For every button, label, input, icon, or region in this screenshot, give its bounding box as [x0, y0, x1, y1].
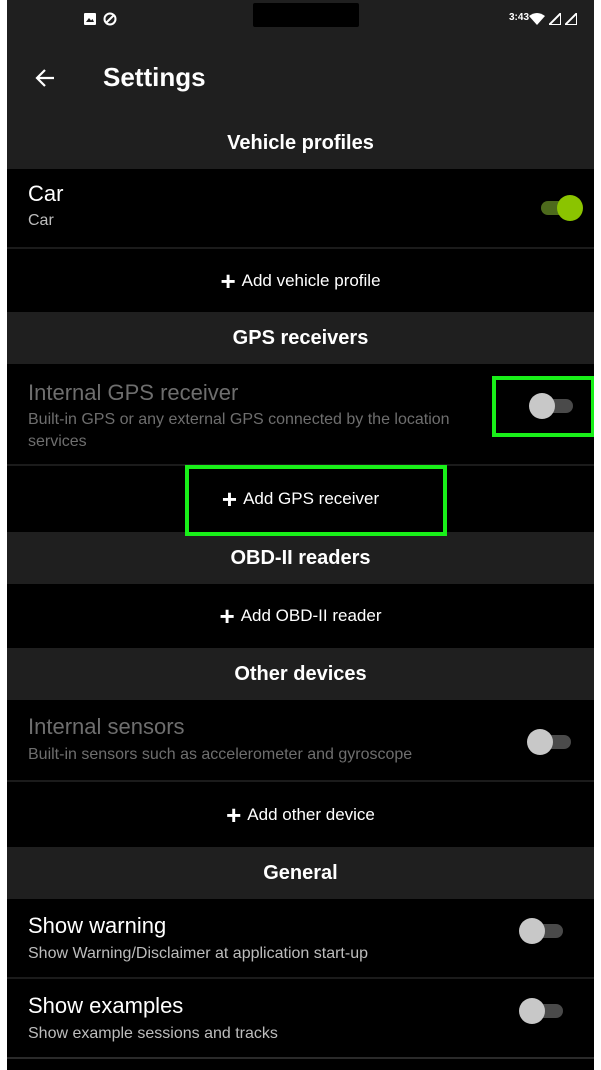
back-button[interactable] [27, 60, 63, 96]
add-other-device-label: Add other device [247, 804, 375, 824]
add-obd-reader-label: Add OBD-II reader [240, 606, 382, 625]
signal-icon [565, 13, 577, 25]
section-header-obd-readers: OBD-II readers [7, 532, 594, 584]
arrow-back-icon [35, 69, 54, 87]
no-sync-icon [103, 12, 117, 26]
internal-sensors-row[interactable]: Internal sensors Built-in sensors such a… [7, 700, 594, 780]
screen: 3:43 Settings Vehicle profiles Car Car + [7, 0, 594, 1070]
section-header-other-devices: Other devices [7, 648, 594, 700]
internal-sensors-title: Internal sensors [28, 714, 185, 739]
show-warning-title: Show warning [28, 913, 167, 938]
gallery-icon [84, 13, 96, 25]
show-warning-toggle[interactable] [519, 917, 565, 944]
show-warning-subtitle: Show Warning/Disclaimer at application s… [28, 945, 368, 962]
plus-icon: + [226, 799, 242, 830]
signal-icon [549, 13, 561, 25]
gps-receiver-title: Internal GPS receiver [28, 380, 239, 405]
app-bar: Settings [7, 40, 594, 117]
add-vehicle-profile-label: Add vehicle profile [241, 270, 381, 290]
show-examples-row[interactable]: Show examples Show example sessions and … [7, 979, 594, 1057]
vehicle-subtitle: Car [28, 212, 54, 229]
internal-sensors-toggle[interactable] [527, 728, 573, 755]
add-obd-reader-button[interactable]: + Add OBD-II reader [7, 584, 594, 648]
section-header-vehicle-profiles: Vehicle profiles [7, 117, 594, 169]
show-examples-toggle[interactable] [519, 997, 565, 1024]
toggle-thumb [527, 729, 553, 755]
add-other-device-button[interactable]: + Add other device [7, 782, 594, 847]
page-title: Settings [103, 62, 206, 92]
internal-sensors-subtitle: Built-in sensors such as accelerometer a… [28, 746, 413, 763]
vehicle-profile-car[interactable]: Car Car [7, 169, 594, 247]
add-vehicle-profile-button[interactable]: + Add vehicle profile [7, 249, 594, 312]
highlight-gps-toggle [492, 376, 594, 437]
highlight-add-gps-receiver [185, 465, 447, 536]
camera-notch [253, 3, 359, 27]
toggle-thumb [557, 195, 583, 221]
toggle-thumb [519, 918, 545, 944]
plus-icon: + [220, 265, 236, 296]
status-time: 3:43 [509, 12, 530, 23]
gps-receiver-subtitle: Built-in GPS or any external GPS connect… [28, 411, 450, 450]
toggle-thumb [519, 998, 545, 1024]
plus-icon: + [219, 601, 235, 631]
show-warning-row[interactable]: Show warning Show Warning/Disclaimer at … [7, 899, 594, 977]
vehicle-car-toggle[interactable] [537, 194, 583, 221]
wifi-icon [529, 13, 545, 25]
section-header-gps-receivers: GPS receivers [7, 312, 594, 364]
show-examples-subtitle: Show example sessions and tracks [28, 1025, 278, 1042]
divider [7, 1057, 594, 1059]
vehicle-title: Car [28, 181, 64, 206]
status-bar: 3:43 [7, 0, 594, 40]
section-header-general: General [7, 847, 594, 899]
show-examples-title: Show examples [28, 993, 184, 1018]
